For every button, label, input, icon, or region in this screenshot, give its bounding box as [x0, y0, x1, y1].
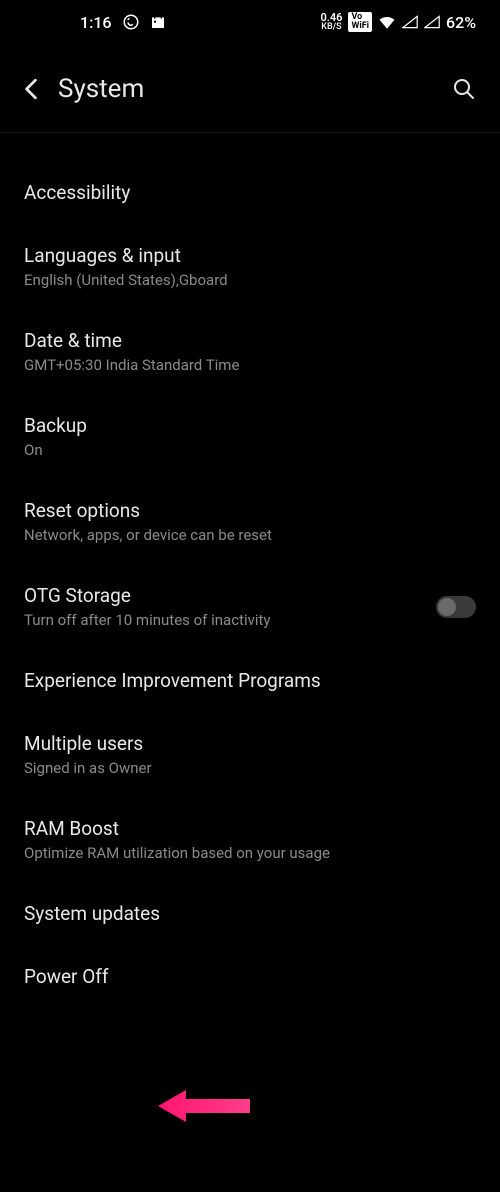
- setting-system-updates[interactable]: System updates: [0, 882, 500, 945]
- setting-title: Experience Improvement Programs: [24, 669, 476, 692]
- page-title: System: [58, 74, 452, 104]
- arrow-annotation: [158, 1087, 253, 1129]
- setting-title: OTG Storage: [24, 584, 436, 607]
- wifi-icon: [378, 15, 396, 29]
- whatsapp-icon: [122, 13, 140, 31]
- setting-title: Languages & input: [24, 244, 476, 267]
- setting-subtitle: Signed in as Owner: [24, 759, 476, 777]
- setting-experience-improvement[interactable]: Experience Improvement Programs: [0, 649, 500, 712]
- setting-date-time[interactable]: Date & time GMT+05:30 India Standard Tim…: [0, 309, 500, 394]
- back-icon[interactable]: [24, 78, 38, 100]
- setting-title: Power Off: [24, 965, 476, 988]
- setting-power-off[interactable]: Power Off: [0, 945, 500, 1008]
- status-network-speed: 0.46 KB/S: [320, 12, 342, 32]
- toggle-knob: [438, 598, 456, 616]
- setting-title: RAM Boost: [24, 817, 476, 840]
- setting-title: System updates: [24, 902, 476, 925]
- status-bar: 1:16 0.46 KB/S VoWiFi: [0, 0, 500, 44]
- setting-subtitle: Turn off after 10 minutes of inactivity: [24, 611, 436, 629]
- settings-list: Accessibility Languages & input English …: [0, 133, 500, 1008]
- setting-subtitle: On: [24, 441, 476, 459]
- calendar-icon: [150, 14, 166, 30]
- setting-multiple-users[interactable]: Multiple users Signed in as Owner: [0, 712, 500, 797]
- setting-backup[interactable]: Backup On: [0, 394, 500, 479]
- setting-otg-storage[interactable]: OTG Storage Turn off after 10 minutes of…: [0, 564, 500, 649]
- volte-badge: VoWiFi: [348, 12, 372, 32]
- setting-subtitle: GMT+05:30 India Standard Time: [24, 356, 476, 374]
- setting-reset-options[interactable]: Reset options Network, apps, or device c…: [0, 479, 500, 564]
- page-header: System: [0, 44, 500, 128]
- setting-title: Multiple users: [24, 732, 476, 755]
- setting-title: Accessibility: [24, 181, 476, 204]
- setting-title: Reset options: [24, 499, 476, 522]
- setting-title: Backup: [24, 414, 476, 437]
- signal-2-icon: [424, 15, 440, 29]
- status-right: 0.46 KB/S VoWiFi 62%: [320, 12, 476, 32]
- setting-subtitle: English (United States),Gboard: [24, 271, 476, 289]
- status-left: 1:16: [80, 13, 166, 32]
- setting-subtitle: Optimize RAM utilization based on your u…: [24, 844, 476, 862]
- signal-1-icon: [402, 15, 418, 29]
- status-time: 1:16: [80, 13, 112, 32]
- setting-ram-boost[interactable]: RAM Boost Optimize RAM utilization based…: [0, 797, 500, 882]
- setting-languages-input[interactable]: Languages & input English (United States…: [0, 224, 500, 309]
- setting-title: Date & time: [24, 329, 476, 352]
- setting-accessibility[interactable]: Accessibility: [0, 161, 500, 224]
- setting-subtitle: Network, apps, or device can be reset: [24, 526, 476, 544]
- otg-toggle[interactable]: [436, 596, 476, 618]
- search-icon[interactable]: [452, 77, 476, 101]
- battery-percent: 62%: [446, 13, 476, 32]
